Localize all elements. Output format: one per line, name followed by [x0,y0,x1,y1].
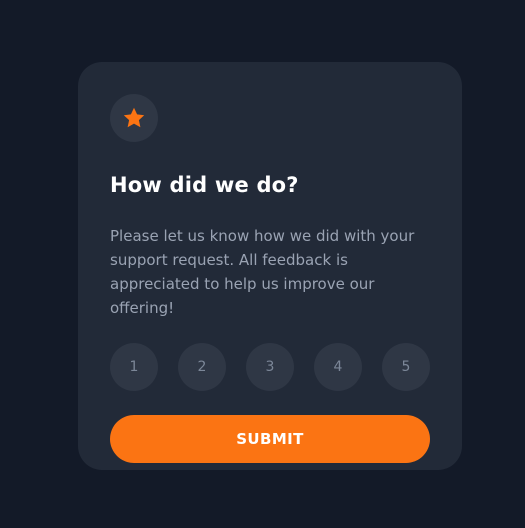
card-description: Please let us know how we did with your … [110,227,415,317]
rating-option-5[interactable]: 5 [382,343,430,391]
card-title: How did we do? [110,173,299,197]
rating-option-1[interactable]: 1 [110,343,158,391]
rating-option-4[interactable]: 4 [314,343,362,391]
rating-card: How did we do? Please let us know how we… [78,62,462,470]
star-icon [122,106,146,130]
rating-option-2[interactable]: 2 [178,343,226,391]
rating-option-3[interactable]: 3 [246,343,294,391]
star-badge [110,94,158,142]
rating-options: 1 2 3 4 5 [110,343,430,391]
submit-button[interactable]: SUBMIT [110,415,430,463]
